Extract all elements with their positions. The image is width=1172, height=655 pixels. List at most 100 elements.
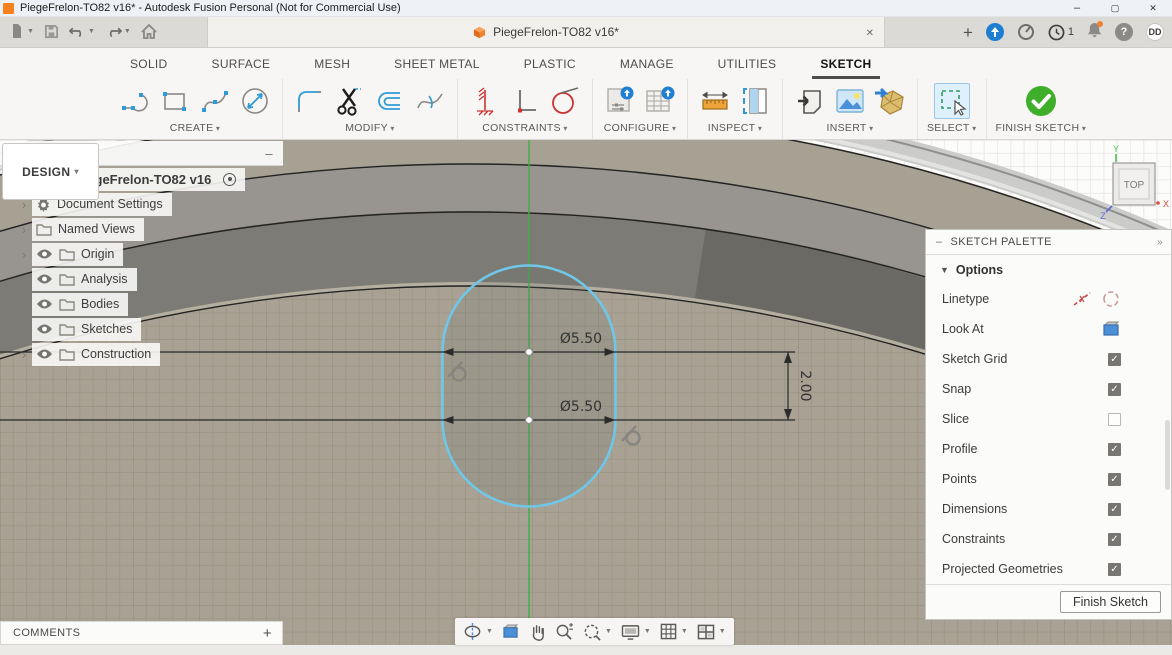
- eye-icon[interactable]: [36, 323, 53, 335]
- trim-tool-button[interactable]: [332, 83, 368, 119]
- redo-button[interactable]: ▼: [102, 22, 134, 40]
- extensions-icon[interactable]: [1017, 23, 1035, 41]
- sketch-point-top-center[interactable]: [525, 348, 532, 355]
- dimensions-checkbox[interactable]: [1108, 503, 1121, 516]
- minimize-button[interactable]: [1058, 0, 1096, 16]
- grid-settings-button[interactable]: ▼: [660, 623, 688, 640]
- rectangle-tool-button[interactable]: [157, 83, 193, 119]
- measure-button[interactable]: [697, 83, 733, 119]
- dropdown-arrow-icon[interactable]: ▼: [719, 628, 726, 635]
- recent-activity-button[interactable]: 1: [1048, 24, 1074, 41]
- file-menu-button[interactable]: ▼: [6, 21, 37, 41]
- construction-linetype-icon[interactable]: [1072, 290, 1092, 308]
- group-label-modify[interactable]: MODIFY: [345, 122, 394, 134]
- circle-diameter-tool-button[interactable]: [237, 83, 273, 119]
- section-analysis-button[interactable]: [737, 83, 773, 119]
- constraints-checkbox[interactable]: [1108, 533, 1121, 546]
- browser-item-analysis[interactable]: Analysis: [0, 267, 283, 291]
- projected-geometries-checkbox[interactable]: [1108, 563, 1121, 576]
- fillet-tool-button[interactable]: [292, 83, 328, 119]
- break-tool-button[interactable]: [412, 83, 448, 119]
- viewport-canvas[interactable]: Ø5.50 Ø5.50 2.00 TOP Y Z X: [0, 140, 1172, 655]
- new-document-button[interactable]: +: [963, 24, 973, 41]
- display-settings-button[interactable]: ▼: [621, 624, 651, 640]
- finish-sketch-palette-button[interactable]: Finish Sketch: [1060, 591, 1161, 613]
- dropdown-arrow-icon[interactable]: ▼: [605, 628, 612, 635]
- browser-item-label[interactable]: Origin: [81, 247, 114, 261]
- points-checkbox[interactable]: [1108, 473, 1121, 486]
- configuration-button[interactable]: [602, 83, 638, 119]
- tab-plastic[interactable]: PLASTIC: [502, 48, 598, 79]
- options-section-header[interactable]: Options: [926, 255, 1171, 284]
- undo-button[interactable]: ▼: [66, 22, 98, 40]
- coincident-constraint-button[interactable]: [467, 83, 503, 119]
- chevron-right-icon[interactable]: [16, 272, 32, 287]
- tangent-constraint-button[interactable]: [547, 83, 583, 119]
- tab-solid[interactable]: SOLID: [108, 48, 190, 79]
- tab-surface[interactable]: SURFACE: [190, 48, 293, 79]
- configuration-table-button[interactable]: [642, 83, 678, 119]
- browser-item-label[interactable]: Analysis: [81, 272, 128, 286]
- eye-icon[interactable]: [36, 248, 53, 260]
- eye-icon[interactable]: [36, 273, 53, 285]
- comments-bar[interactable]: COMMENTS +: [0, 621, 283, 645]
- offset-tool-button[interactable]: [372, 83, 408, 119]
- chevron-right-icon[interactable]: [16, 347, 32, 362]
- maximize-button[interactable]: [1096, 0, 1134, 16]
- group-label-create[interactable]: CREATE: [170, 122, 220, 134]
- browser-item-construction[interactable]: Construction: [0, 342, 283, 366]
- line-tool-button[interactable]: [117, 83, 153, 119]
- spline-tool-button[interactable]: [197, 83, 233, 119]
- tab-mesh[interactable]: MESH: [292, 48, 372, 79]
- browser-item-label[interactable]: Construction: [81, 347, 151, 361]
- zoom-window-button[interactable]: ▼: [582, 623, 612, 641]
- tab-manage[interactable]: MANAGE: [598, 48, 696, 79]
- chevron-right-icon[interactable]: [16, 222, 32, 237]
- canvas-image-button[interactable]: [832, 83, 868, 119]
- browser-item-named-views[interactable]: Named Views: [0, 217, 283, 241]
- dropdown-arrow-icon[interactable]: ▼: [681, 628, 688, 635]
- workspace-selector[interactable]: DESIGN: [2, 143, 99, 200]
- chevron-right-icon[interactable]: [16, 297, 32, 312]
- dimension-top-diameter[interactable]: Ø5.50: [560, 331, 602, 347]
- browser-item-label[interactable]: Named Views: [58, 222, 135, 236]
- collapse-palette-icon[interactable]: [936, 236, 943, 248]
- job-status-icon[interactable]: [986, 23, 1004, 41]
- dropdown-arrow-icon[interactable]: ▼: [486, 628, 493, 635]
- home-button[interactable]: [138, 22, 160, 41]
- finish-sketch-button[interactable]: [1023, 83, 1059, 119]
- look-at-icon[interactable]: [1102, 321, 1121, 337]
- zoom-button[interactable]: [555, 623, 573, 641]
- activate-component-radio[interactable]: [223, 173, 236, 186]
- dimension-bottom-diameter[interactable]: Ø5.50: [560, 399, 602, 415]
- sketch-palette-header[interactable]: SKETCH PALETTE: [926, 230, 1171, 255]
- insert-mesh-button[interactable]: [872, 83, 908, 119]
- orbit-button[interactable]: ▼: [463, 622, 493, 641]
- close-window-button[interactable]: [1134, 0, 1172, 16]
- vertical-horizontal-constraint-button[interactable]: [507, 83, 543, 119]
- tab-sketch[interactable]: SKETCH: [798, 48, 893, 79]
- select-tool-button[interactable]: [934, 83, 970, 119]
- pan-button[interactable]: [529, 623, 546, 641]
- browser-item-bodies[interactable]: Bodies: [0, 292, 283, 316]
- group-label-insert[interactable]: INSERT: [827, 122, 874, 134]
- group-label-inspect[interactable]: INSPECT: [708, 122, 762, 134]
- look-at-button[interactable]: [502, 624, 520, 639]
- document-tab[interactable]: PiegeFrelon-TO82 v16*: [207, 17, 885, 47]
- expand-palette-icon[interactable]: [1157, 237, 1163, 248]
- palette-scrollbar[interactable]: [1165, 420, 1170, 490]
- view-cube-face-label[interactable]: TOP: [1124, 180, 1145, 191]
- browser-item-sketches[interactable]: Sketches: [0, 317, 283, 341]
- tab-utilities[interactable]: UTILITIES: [696, 48, 799, 79]
- profile-checkbox[interactable]: [1108, 443, 1121, 456]
- account-avatar[interactable]: DD: [1146, 23, 1164, 41]
- tab-sheet-metal[interactable]: SHEET METAL: [372, 48, 502, 79]
- chevron-right-icon[interactable]: [16, 322, 32, 337]
- help-button[interactable]: [1115, 23, 1133, 41]
- add-comment-button[interactable]: +: [263, 625, 272, 642]
- sketch-slot-profile[interactable]: [443, 266, 616, 507]
- centerline-linetype-icon[interactable]: [1101, 290, 1121, 308]
- collapse-browser-icon[interactable]: [265, 146, 273, 161]
- dimension-vertical-distance[interactable]: 2.00: [797, 370, 813, 401]
- browser-item-label[interactable]: Sketches: [81, 322, 132, 336]
